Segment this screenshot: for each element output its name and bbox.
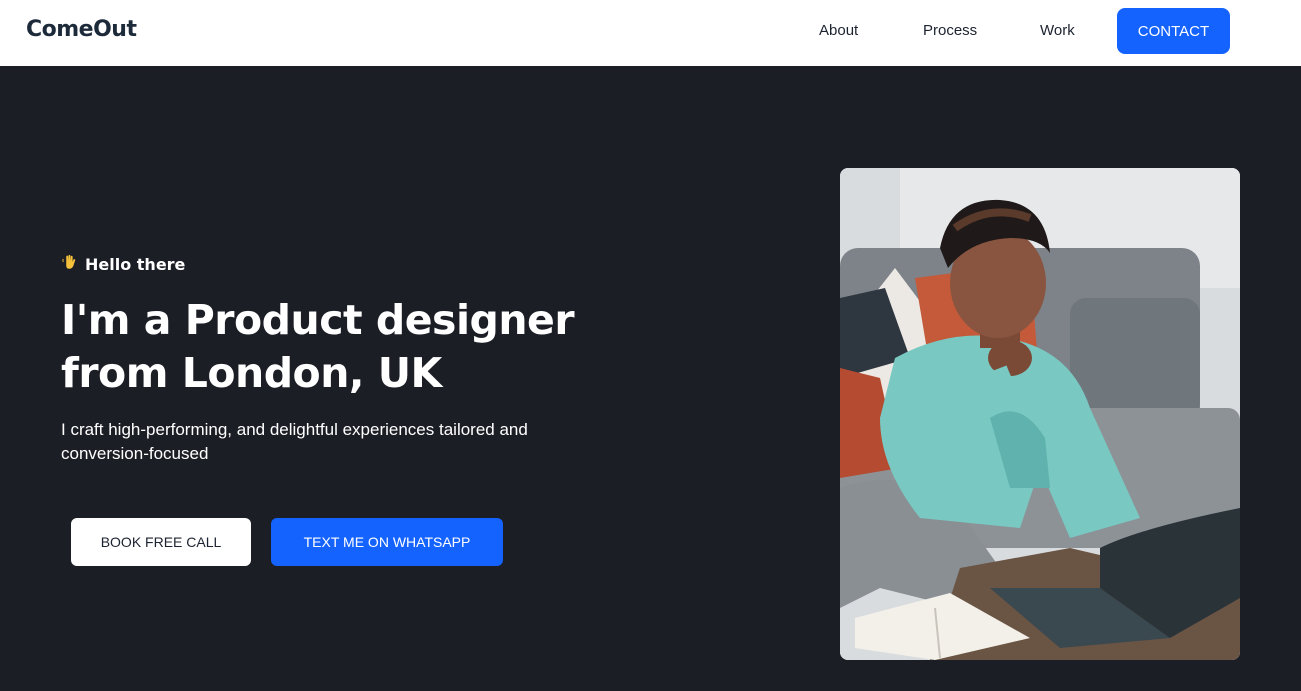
headline-line-1: I'm a Product designer <box>61 296 575 344</box>
book-free-call-button[interactable]: BOOK FREE CALL <box>71 518 251 566</box>
hero-photo-illustration <box>840 168 1240 660</box>
logo[interactable]: ComeOut <box>26 17 137 42</box>
hero-subtitle: I craft high-performing, and delightful … <box>61 420 528 463</box>
hero-photo <box>840 168 1240 660</box>
nav-link-process[interactable]: Process <box>923 22 977 39</box>
headline-line-2: from London, UK <box>61 349 442 397</box>
nav-link-work[interactable]: Work <box>1040 22 1075 39</box>
greeting: Hello there <box>61 253 185 275</box>
logo-text: ComeOut <box>26 17 137 42</box>
hero-section: Hello there I'm a Product designer from … <box>0 66 1301 691</box>
top-navigation-bar: ComeOut About Process Work CONTACT <box>0 0 1301 66</box>
hero-headline: I'm a Product designer from London, UK <box>61 294 621 400</box>
greeting-text: Hello there <box>85 254 186 274</box>
contact-button[interactable]: CONTACT <box>1117 8 1230 54</box>
nav-link-about[interactable]: About <box>819 22 858 39</box>
whatsapp-button[interactable]: TEXT ME ON WHATSAPP <box>271 518 503 566</box>
waving-hand-icon <box>61 253 79 275</box>
